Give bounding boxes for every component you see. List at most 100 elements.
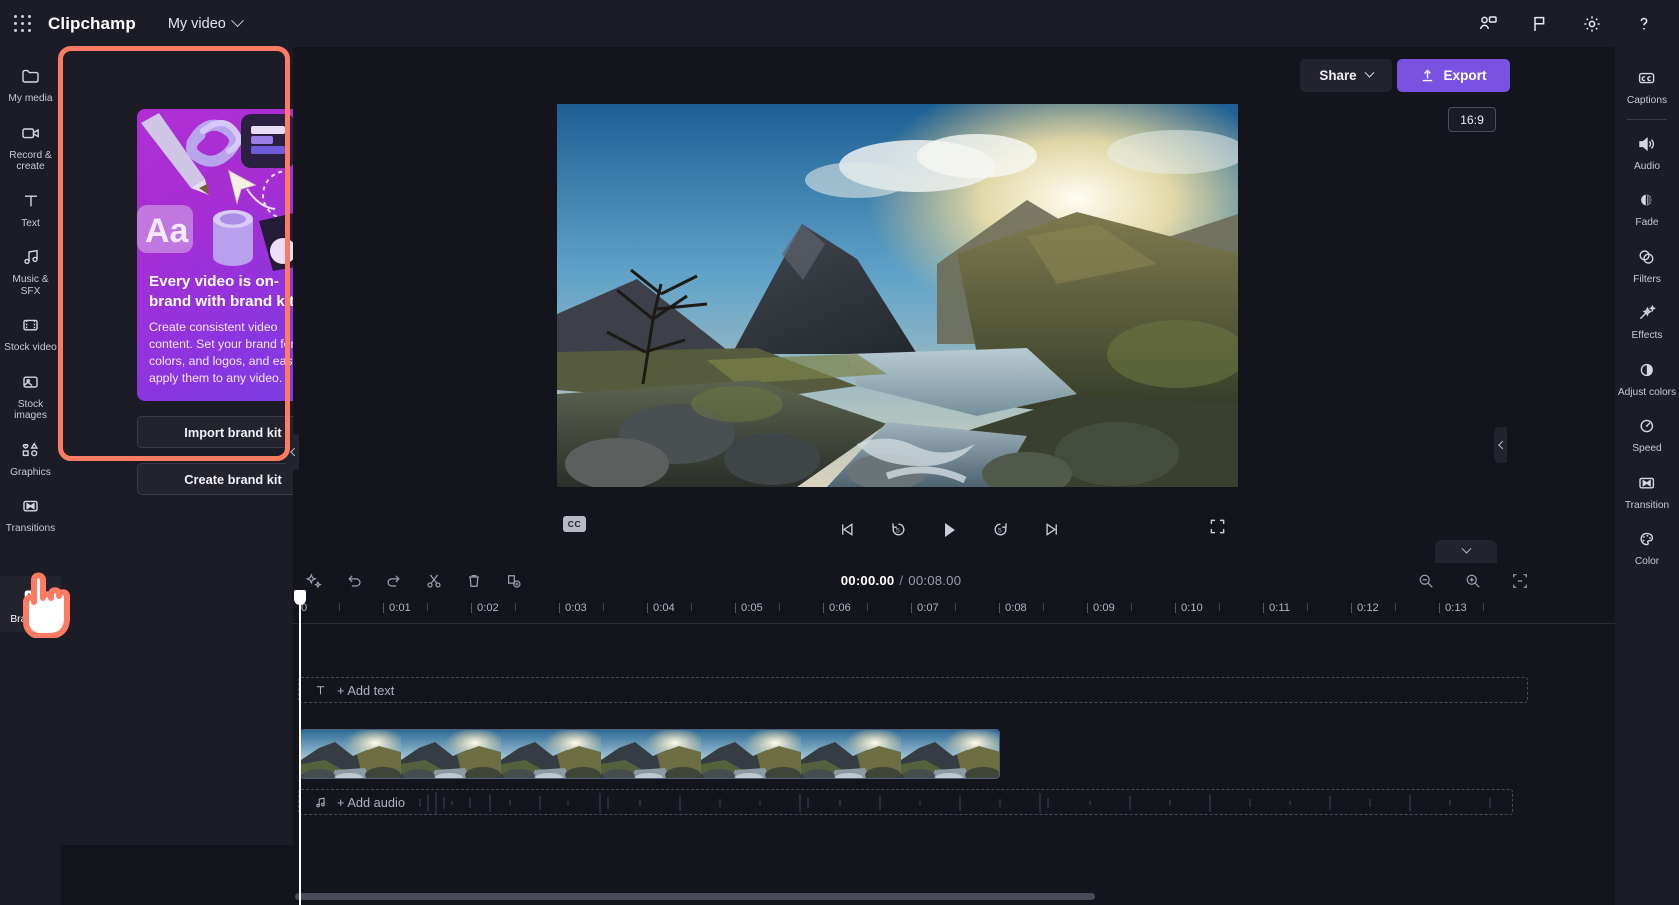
property-item-adjust-colors[interactable]: Adjust colors — [1615, 349, 1679, 406]
export-button-label: Export — [1443, 68, 1487, 83]
timecode-separator: / — [899, 573, 904, 588]
property-item-transition[interactable]: Transition — [1615, 462, 1679, 519]
ruler-half-tick — [1395, 603, 1396, 611]
audio-waveform — [419, 792, 1491, 814]
export-icon — [1423, 69, 1433, 82]
brand-kit-promo-heading: Every video is on-brand with brand kit — [149, 273, 295, 310]
fade-icon — [1634, 188, 1660, 212]
ruler-half-tick — [339, 603, 340, 611]
audio-track[interactable]: + Add audio — [298, 789, 1513, 815]
skip-to-start-button[interactable] — [834, 516, 861, 543]
sidebar-item-record-create[interactable]: Record & create — [0, 112, 61, 180]
sidebar-item-stock-images[interactable]: Stock images — [0, 361, 61, 429]
property-item-captions[interactable]: Captions — [1615, 57, 1679, 114]
property-item-speed[interactable]: Speed — [1615, 405, 1679, 462]
ruler-half-tick — [1131, 603, 1132, 611]
text-icon — [316, 685, 325, 694]
sidebar-item-text[interactable]: Text — [0, 180, 61, 237]
filters-icon — [1634, 245, 1660, 269]
collaborate-icon[interactable] — [1475, 11, 1501, 37]
playhead[interactable] — [294, 590, 306, 905]
property-item-label: Fade — [1635, 217, 1659, 228]
app-launcher-icon[interactable] — [12, 13, 34, 35]
skip-to-end-button[interactable] — [1038, 516, 1065, 543]
rewind-5s-button[interactable]: 5 — [885, 516, 912, 543]
property-item-fade[interactable]: Fade — [1615, 179, 1679, 236]
property-item-label: Effects — [1631, 330, 1663, 341]
collapse-timeline-button[interactable] — [1435, 540, 1497, 563]
sidebar-item-brand-kit[interactable]: Brand kit — [0, 575, 61, 632]
timeline[interactable]: 0 0:01 0:02 0:03 0:04 0:05 0:06 0:07 0:08 0:09 0:1… — [293, 590, 1679, 905]
video-camera-icon — [18, 121, 44, 145]
property-item-effects[interactable]: Effects — [1615, 292, 1679, 349]
timeline-ruler[interactable]: 0 0:01 0:02 0:03 0:04 0:05 0:06 0:07 0:08 0:09 0:1… — [293, 598, 1679, 624]
playhead-handle[interactable] — [294, 590, 306, 605]
property-item-label: Captions — [1626, 95, 1668, 106]
text-icon — [18, 189, 44, 213]
add-audio-label: + Add audio — [337, 794, 405, 810]
ruler-half-tick — [515, 603, 516, 611]
play-button[interactable] — [936, 516, 963, 543]
film-strip-icon — [18, 313, 44, 337]
ruler-tick: 0:10 — [1175, 602, 1203, 614]
video-clip[interactable] — [300, 729, 1000, 779]
ruler-tick: 0:04 — [647, 602, 675, 614]
property-item-audio[interactable]: Audio — [1615, 123, 1679, 180]
aspect-ratio-button[interactable]: 16:9 — [1448, 107, 1496, 132]
property-item-filters[interactable]: Filters — [1615, 236, 1679, 293]
ruler-tick: 0:03 — [559, 602, 587, 614]
project-title: My video — [167, 15, 226, 32]
sidebar-item-music-sfx[interactable]: Music & SFX — [0, 236, 61, 304]
timeline-toolbar: 00:00.00 / 00:08.00 — [293, 563, 1679, 598]
svg-text:5: 5 — [998, 528, 1002, 535]
export-button[interactable]: Export — [1397, 59, 1510, 92]
app-name: Clipchamp — [48, 13, 136, 33]
image-icon — [18, 370, 44, 394]
property-item-label: Speed — [1632, 443, 1662, 454]
speaker-icon — [1634, 132, 1660, 156]
top-bar: Clipchamp My video — [0, 0, 1679, 47]
chevron-down-icon — [1461, 543, 1471, 554]
sidebar-item-label: Text — [21, 217, 40, 229]
sidebar-item-transitions[interactable]: Transitions — [0, 485, 61, 542]
ruler-half-tick — [867, 603, 868, 611]
ruler-half-tick — [691, 603, 692, 611]
collapse-left-panel-button[interactable] — [286, 434, 299, 470]
add-text-label: + Add text — [337, 682, 395, 698]
ruler-half-tick — [1483, 603, 1484, 611]
property-item-label: Transition — [1624, 499, 1670, 511]
svg-text:5: 5 — [896, 528, 900, 535]
sidebar-item-my-media[interactable]: My media — [0, 55, 61, 112]
ruler-tick: 0:13 — [1439, 602, 1467, 614]
ruler-tick: 0:07 — [911, 602, 939, 614]
flag-icon[interactable] — [1527, 11, 1553, 37]
current-time: 00:00.00 — [840, 573, 895, 588]
brand-tag-icon — [18, 585, 44, 609]
preview-stage: Share Export 16:9 CC 5 5 — [293, 47, 1605, 563]
sidebar-item-label: Brand kit — [10, 613, 51, 625]
text-track[interactable]: + Add text — [298, 677, 1528, 703]
share-button[interactable]: Share — [1300, 59, 1392, 92]
help-icon[interactable] — [1631, 11, 1657, 37]
player-controls: CC 5 5 — [293, 502, 1605, 557]
video-preview[interactable] — [557, 104, 1238, 487]
sidebar-item-stock-video[interactable]: Stock video — [0, 304, 61, 361]
fullscreen-icon[interactable] — [1205, 514, 1230, 539]
share-button-label: Share — [1319, 68, 1357, 83]
ruler-tick: 0:08 — [999, 602, 1027, 614]
timeline-horizontal-scrollbar[interactable] — [295, 893, 1095, 900]
svg-text:Aa: Aa — [145, 212, 190, 250]
settings-icon[interactable] — [1579, 11, 1605, 37]
ruler-half-tick — [1219, 603, 1220, 611]
forward-5s-button[interactable]: 5 — [987, 516, 1014, 543]
collapse-right-panel-button[interactable] — [1494, 427, 1507, 463]
total-time: 00:08.00 — [908, 573, 962, 588]
zoom-in-button[interactable] — [1460, 568, 1485, 593]
property-item-color[interactable]: Color — [1615, 518, 1679, 575]
clipchamp-editor: Clipchamp My video My media Record & cre… — [0, 0, 1679, 905]
zoom-out-button[interactable] — [1413, 568, 1438, 593]
sidebar-item-graphics[interactable]: Graphics — [0, 429, 61, 486]
project-title-menu[interactable]: My video — [167, 14, 244, 32]
fit-to-timeline-button[interactable] — [1507, 568, 1532, 593]
top-bar-actions — [1475, 11, 1657, 37]
